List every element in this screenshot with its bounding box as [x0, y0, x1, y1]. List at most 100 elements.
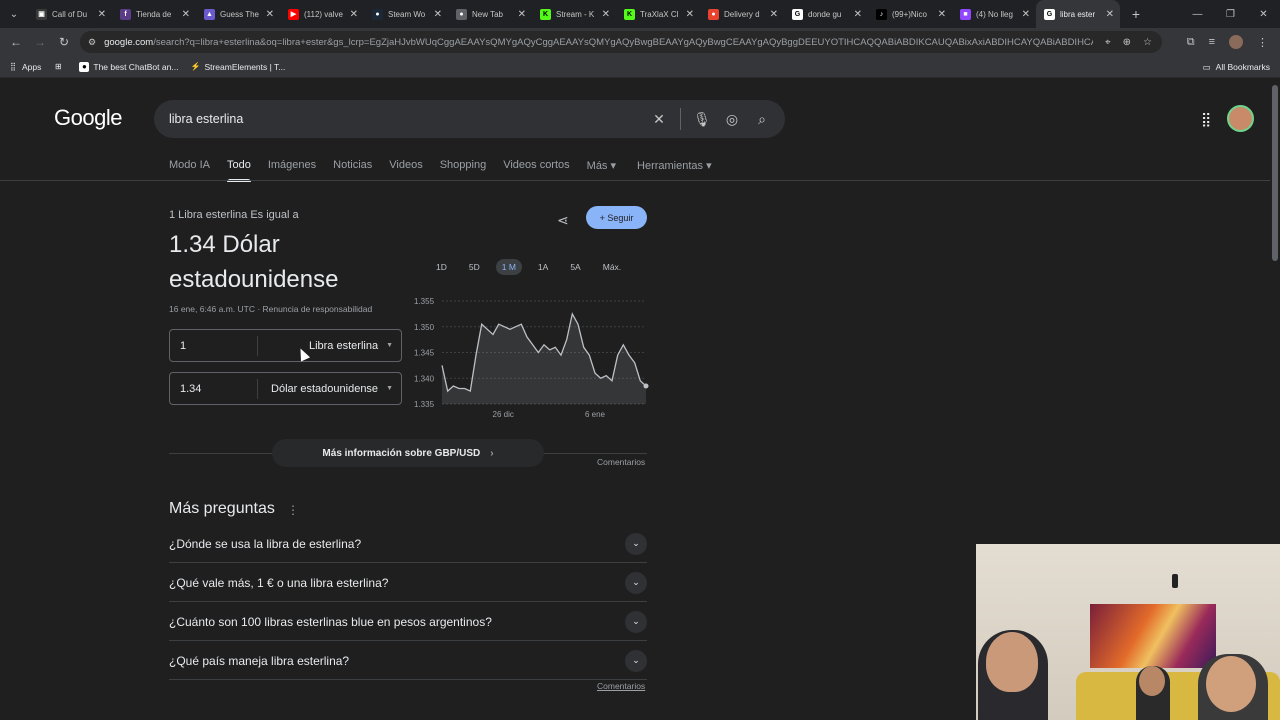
browser-menu-icon[interactable]: ⋮	[1257, 36, 1268, 49]
zoom-icon[interactable]: ⊕	[1123, 37, 1131, 48]
share-icon[interactable]: ⋖	[557, 212, 569, 229]
tab-close-icon[interactable]: ✕	[350, 9, 358, 20]
location-icon[interactable]: ⌖	[1105, 37, 1111, 48]
tab-close-icon[interactable]: ✕	[266, 9, 274, 20]
google-logo[interactable]: Google	[54, 105, 122, 131]
clear-icon[interactable]: ✕	[644, 111, 674, 128]
browser-tab[interactable]: ▶ (112) valve ✕	[280, 0, 364, 28]
scrollbar-thumb[interactable]	[1272, 85, 1278, 261]
browser-tab[interactable]: K Stream - K ✕	[532, 0, 616, 28]
browser-tab[interactable]: ● Delivery d ✕	[700, 0, 784, 28]
tab-close-icon[interactable]: ✕	[686, 9, 694, 20]
converter-date-note[interactable]: 16 ene, 6:46 a.m. UTC · Renuncia de resp…	[169, 304, 372, 314]
tab-close-icon[interactable]: ✕	[434, 9, 442, 20]
browser-tab[interactable]: Glibra ester ✕	[1036, 0, 1120, 28]
feedback-link[interactable]: Comentarios	[597, 457, 645, 467]
tab-close-icon[interactable]: ✕	[938, 9, 946, 20]
tab-close-icon[interactable]: ✕	[602, 9, 610, 20]
paa-question[interactable]: ¿Dónde se usa la libra de esterlina? ⌄	[169, 525, 647, 563]
tab-close-icon[interactable]: ✕	[518, 9, 526, 20]
search-tab[interactable]: Shopping	[440, 159, 487, 182]
range-tab[interactable]: 1A	[532, 259, 554, 275]
from-amount-input[interactable]: 1	[170, 335, 258, 356]
tab-close-icon[interactable]: ✕	[1022, 9, 1030, 20]
tab-close-icon[interactable]: ✕	[182, 9, 190, 20]
chevron-down-icon[interactable]: ⌄	[625, 610, 647, 633]
browser-tab[interactable]: ● Steam Wo ✕	[364, 0, 448, 28]
search-tab[interactable]: Herramientas ▾	[637, 159, 712, 182]
browser-tab[interactable]: K TraXlaX Cl ✕	[616, 0, 700, 28]
search-tab[interactable]: Videos	[389, 159, 422, 182]
all-bookmarks[interactable]: ▭ All Bookmarks	[1203, 56, 1270, 78]
exchange-rate-chart[interactable]: 1.355 1.350 1.345 1.340 1.335 26 dic 6 ene	[412, 293, 650, 423]
range-tab[interactable]: Máx.	[597, 259, 627, 275]
follow-button[interactable]: + Seguir	[586, 206, 647, 229]
chevron-down-icon[interactable]: ⌄	[625, 532, 647, 555]
reload-icon[interactable]: ↻	[52, 35, 76, 49]
minimize-icon[interactable]: —	[1181, 0, 1214, 28]
tab-close-icon[interactable]: ✕	[854, 9, 862, 20]
lens-icon[interactable]: ◎	[717, 111, 747, 128]
site-info-icon[interactable]: ⚙	[88, 37, 96, 48]
from-currency-select[interactable]: Libra esterlina	[258, 340, 386, 352]
range-tab[interactable]: 1D	[430, 259, 453, 275]
google-apps-icon[interactable]: ⣿	[1201, 111, 1211, 128]
browser-tab[interactable]: ▣ Call of Du ✕	[28, 0, 112, 28]
account-avatar[interactable]	[1227, 105, 1254, 132]
bookmark-streamelements[interactable]: ⚡ StreamElements | T...	[190, 62, 285, 72]
back-icon[interactable]: ←	[4, 35, 28, 49]
tab-groups-icon[interactable]: ⊞	[53, 62, 67, 72]
paa-question-text: ¿Cuánto son 100 libras esterlinas blue e…	[169, 614, 492, 629]
browser-tab[interactable]: ▲ Guess The ✕	[196, 0, 280, 28]
tab-search-icon[interactable]: ⌄	[0, 0, 28, 28]
browser-tab[interactable]: ● New Tab ✕	[448, 0, 532, 28]
from-currency-field[interactable]: 1 Libra esterlina ▼	[169, 329, 402, 362]
bookmark-apps[interactable]: ⣿ Apps	[8, 62, 41, 72]
extensions-icon[interactable]: ⧉	[1187, 36, 1195, 49]
browser-tab[interactable]: ■ (4) No lleg ✕	[952, 0, 1036, 28]
browser-tab[interactable]: f Tienda de ✕	[112, 0, 196, 28]
paa-question[interactable]: ¿Qué país maneja libra esterlina? ⌄	[169, 642, 647, 680]
tab-close-icon[interactable]: ✕	[770, 9, 778, 20]
chevron-down-icon[interactable]: ⌄	[625, 649, 647, 672]
more-options-icon[interactable]: ⋮	[287, 503, 299, 517]
range-tab[interactable]: 5A	[564, 259, 586, 275]
to-currency-field[interactable]: 1.34 Dólar estadounidense ▼	[169, 372, 402, 405]
bookmark-chatbot[interactable]: ● The best ChatBot an...	[79, 61, 178, 72]
tab-close-icon[interactable]: ✕	[1106, 9, 1114, 20]
bookmark-star-icon[interactable]: ☆	[1143, 37, 1152, 48]
tab-close-icon[interactable]: ✕	[98, 9, 106, 20]
search-input[interactable]: libra esterlina	[169, 112, 644, 126]
address-bar[interactable]: ⚙ google.com/search?q=libra+esterlina&oq…	[80, 31, 1162, 53]
more-info-button[interactable]: Más información sobre GBP/USD ›	[272, 439, 544, 467]
microphone-icon[interactable]: 🎙	[687, 111, 717, 128]
to-currency-select[interactable]: Dólar estadounidense	[258, 383, 386, 395]
search-tab[interactable]: Más ▾	[587, 159, 616, 182]
paa-question[interactable]: ¿Cuánto son 100 libras esterlinas blue e…	[169, 603, 647, 641]
converter-result: 1.34 Dólar estadounidense	[169, 231, 339, 293]
search-icon[interactable]: ⌕	[747, 111, 777, 128]
to-amount-input[interactable]: 1.34	[170, 378, 258, 399]
range-tab[interactable]: 5D	[463, 259, 486, 275]
browser-tab[interactable]: ♪ (99+)Nico ✕	[868, 0, 952, 28]
search-box[interactable]: libra esterlina ✕ 🎙 ◎ ⌕	[154, 100, 785, 138]
forward-icon[interactable]: →	[28, 35, 52, 49]
y-tick-label: 1.350	[414, 323, 435, 332]
search-tab[interactable]: Imágenes	[268, 159, 316, 182]
search-tab[interactable]: Modo IA	[169, 159, 210, 182]
search-tab[interactable]: Noticias	[333, 159, 372, 182]
chevron-down-icon[interactable]: ⌄	[625, 571, 647, 594]
profile-avatar[interactable]	[1229, 35, 1243, 49]
paa-question-text: ¿Qué vale más, 1 € o una libra esterlina…	[169, 575, 389, 590]
new-tab-button[interactable]: +	[1124, 6, 1148, 22]
paa-feedback-link[interactable]: Comentarios	[597, 681, 645, 691]
media-icon[interactable]: ≡	[1209, 36, 1215, 48]
range-tab[interactable]: 1 M	[495, 259, 522, 275]
paa-question[interactable]: ¿Qué vale más, 1 € o una libra esterlina…	[169, 564, 647, 602]
search-tab[interactable]: Videos cortos	[503, 159, 569, 182]
chart-range-tabs: 1D 5D 1 M 1A 5A Máx.	[430, 259, 637, 275]
close-window-icon[interactable]: ✕	[1247, 0, 1280, 28]
search-tab[interactable]: Todo	[226, 159, 251, 182]
maximize-icon[interactable]: ❐	[1214, 0, 1247, 28]
browser-tab[interactable]: Gdonde gu ✕	[784, 0, 868, 28]
